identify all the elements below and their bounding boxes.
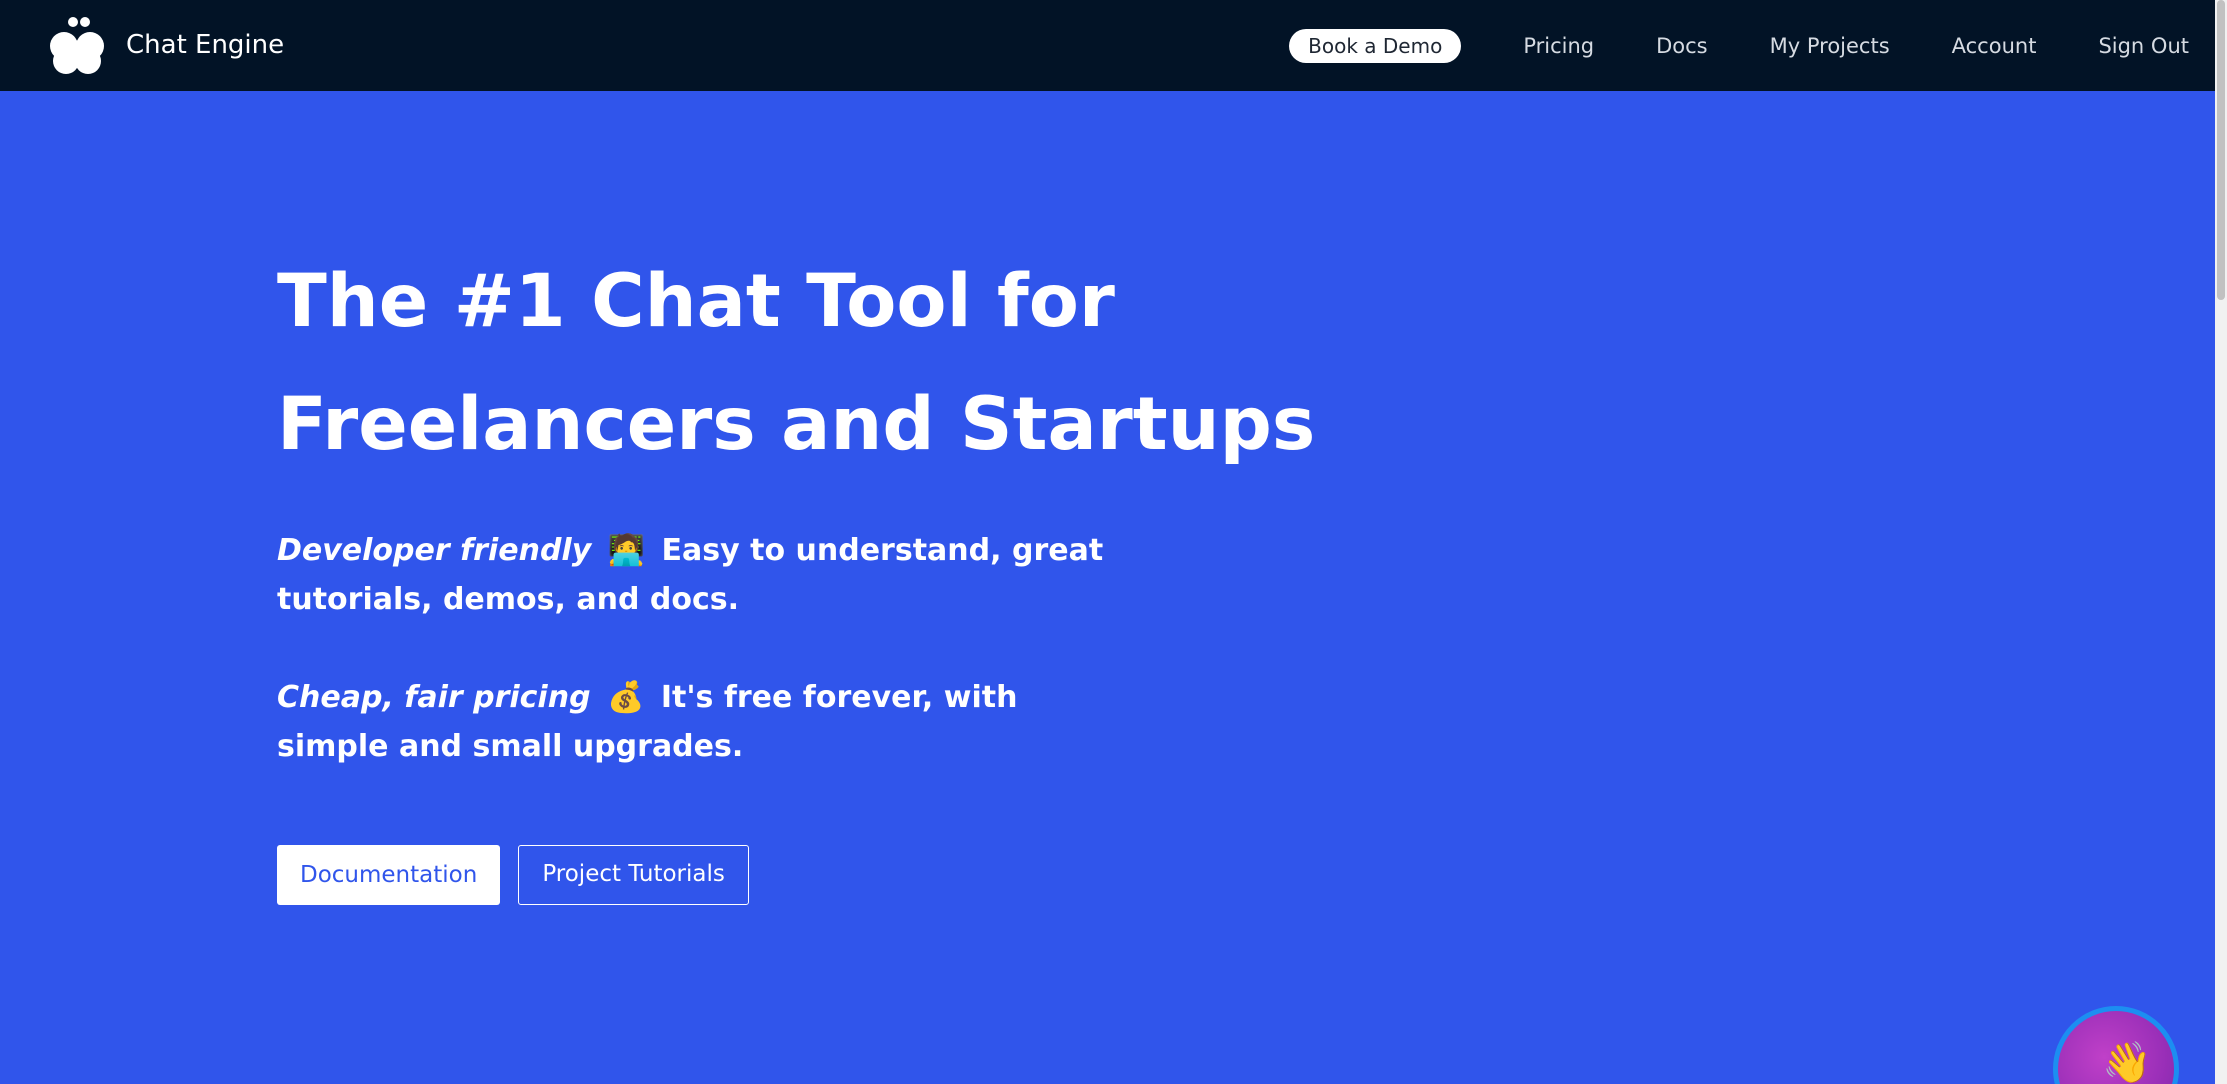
hero-title-line-2: Freelancers and Startups [277, 382, 1316, 467]
brand-home-link[interactable]: Chat Engine [46, 10, 284, 80]
hero-title-line-1: The #1 Chat Tool for [277, 259, 1115, 344]
project-tutorials-button[interactable]: Project Tutorials [518, 845, 749, 905]
nav-link-docs[interactable]: Docs [1656, 34, 1708, 58]
feature-emphasis: Developer friendly [277, 533, 592, 568]
page: Chat Engine Book a Demo Pricing Docs My … [0, 0, 2227, 1084]
nav-link-pricing[interactable]: Pricing [1523, 34, 1594, 58]
documentation-button[interactable]: Documentation [277, 845, 501, 905]
nav-links: Book a Demo Pricing Docs My Projects Acc… [1289, 0, 2189, 91]
chat-widget-launcher[interactable]: 👋 [2053, 1006, 2179, 1084]
brand-name: Chat Engine [126, 30, 285, 60]
money-bag-emoji-icon: 💰 [607, 680, 645, 715]
waving-hand-icon: 👋 [2102, 1040, 2152, 1084]
technologist-emoji-icon: 🧑‍💻 [607, 533, 646, 568]
feature-cheap-pricing: Cheap, fair pricing 💰 It's free forever,… [277, 673, 1137, 771]
hero-title: The #1 Chat Tool for Freelancers and Sta… [277, 240, 1316, 486]
book-demo-button[interactable]: Book a Demo [1289, 28, 1462, 63]
nav-link-my-projects[interactable]: My Projects [1770, 34, 1890, 58]
feature-emphasis: Cheap, fair pricing [277, 680, 591, 715]
chat-engine-logo-icon [50, 17, 104, 74]
hero-section: The #1 Chat Tool for Freelancers and Sta… [277, 240, 1316, 905]
nav-link-account[interactable]: Account [1952, 34, 2037, 58]
scrollbar-thumb[interactable] [2217, 0, 2225, 300]
cta-buttons: Documentation Project Tutorials [277, 845, 1277, 905]
page-scrollbar[interactable] [2215, 0, 2227, 1084]
top-navbar: Chat Engine Book a Demo Pricing Docs My … [0, 0, 2215, 91]
nav-link-sign-out[interactable]: Sign Out [2098, 34, 2189, 58]
viewport: Chat Engine Book a Demo Pricing Docs My … [0, 0, 2215, 1084]
feature-developer-friendly: Developer friendly 🧑‍💻 Easy to understan… [277, 526, 1137, 624]
